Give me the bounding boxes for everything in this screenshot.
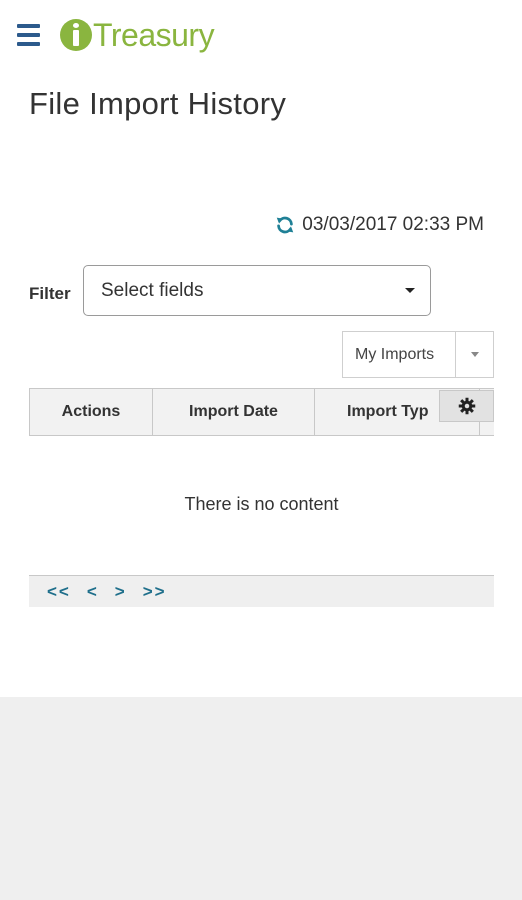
gear-icon	[458, 397, 475, 415]
grid-header: Actions Import Date Import Typ	[29, 388, 494, 436]
grid-settings-button[interactable]	[439, 390, 494, 422]
column-header-actions[interactable]: Actions	[29, 389, 152, 435]
imports-scope-select[interactable]: My Imports	[342, 331, 494, 378]
previous-page-button[interactable]: <	[87, 582, 99, 602]
import-history-grid: Actions Import Date Import Typ There is …	[29, 388, 494, 607]
app-name: Treasury	[93, 16, 215, 53]
filter-select[interactable]: Select fields	[83, 265, 431, 316]
filter-label: Filter	[29, 284, 71, 303]
refresh-status: 03/03/2017 02:33 PM	[274, 214, 484, 236]
next-page-button[interactable]: >	[115, 582, 127, 602]
app-screen: Treasury File Import History 03/03/2017 …	[0, 0, 522, 697]
logo-i-icon	[60, 19, 92, 51]
empty-grid-message: There is no content	[184, 494, 339, 514]
last-page-button[interactable]: >>	[143, 582, 167, 602]
grid-pager: << < > >>	[29, 575, 494, 607]
column-header-import-date[interactable]: Import Date	[152, 389, 314, 435]
first-page-button[interactable]: <<	[47, 582, 71, 602]
chevron-down-icon	[470, 352, 479, 357]
imports-scope-toggle[interactable]	[455, 332, 493, 377]
chevron-down-icon	[405, 288, 415, 293]
last-refreshed-timestamp: 03/03/2017 02:33 PM	[302, 214, 484, 235]
imports-scope-value: My Imports	[355, 345, 435, 363]
hamburger-icon[interactable]	[17, 24, 40, 46]
filter-select-value: Select fields	[101, 279, 204, 301]
refresh-icon[interactable]	[274, 214, 296, 236]
app-logo: Treasury	[60, 15, 215, 55]
page-title: File Import History	[29, 86, 287, 121]
